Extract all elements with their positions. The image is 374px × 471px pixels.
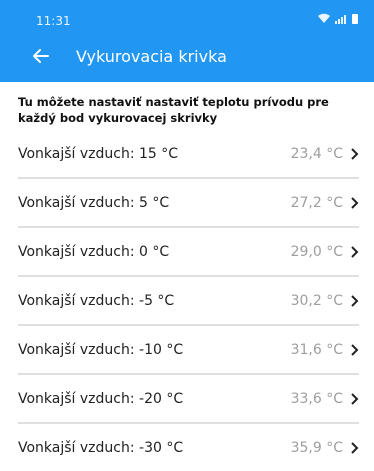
row-label: Vonkajší vzduch: 0 °C bbox=[18, 243, 170, 260]
row-label: Vonkajší vzduch: -10 °C bbox=[18, 341, 184, 358]
curve-point-row[interactable]: Vonkajší vzduch: 15 °C 23,4 °C bbox=[18, 130, 359, 177]
status-time: 11:31 bbox=[36, 14, 71, 28]
signal-icon bbox=[335, 15, 346, 24]
curve-point-row[interactable]: Vonkajší vzduch: -20 °C 33,6 °C bbox=[18, 373, 359, 422]
chevron-right-icon bbox=[351, 147, 359, 160]
status-icons bbox=[317, 12, 358, 24]
row-label: Vonkajší vzduch: 5 °C bbox=[18, 194, 170, 211]
wifi-icon bbox=[318, 13, 330, 23]
heating-curve-list: Vonkajší vzduch: 15 °C 23,4 °C Vonkajší … bbox=[18, 130, 359, 471]
row-value: 33,6 °C bbox=[290, 390, 343, 407]
chevron-right-icon bbox=[351, 245, 359, 258]
chevron-right-icon bbox=[351, 343, 359, 356]
curve-point-row[interactable]: Vonkajší vzduch: -30 °C 35,9 °C bbox=[18, 422, 359, 471]
row-value: 31,6 °C bbox=[290, 341, 343, 358]
chevron-right-icon bbox=[351, 441, 359, 454]
row-value: 30,2 °C bbox=[290, 292, 343, 309]
back-arrow-icon[interactable] bbox=[32, 47, 50, 65]
curve-point-row[interactable]: Vonkajší vzduch: 0 °C 29,0 °C bbox=[18, 226, 359, 275]
curve-point-row[interactable]: Vonkajší vzduch: 5 °C 27,2 °C bbox=[18, 177, 359, 226]
page-title: Vykurovacia krivka bbox=[76, 47, 227, 66]
row-value: 29,0 °C bbox=[290, 243, 343, 260]
curve-point-row[interactable]: Vonkajší vzduch: -10 °C 31,6 °C bbox=[18, 324, 359, 373]
chevron-right-icon bbox=[351, 392, 359, 405]
row-label: Vonkajší vzduch: -20 °C bbox=[18, 390, 184, 407]
app-bar: 11:31 Vykurovacia krivka bbox=[0, 0, 374, 82]
row-value: 27,2 °C bbox=[290, 194, 343, 211]
row-value: 23,4 °C bbox=[290, 145, 343, 162]
row-value: 35,9 °C bbox=[290, 439, 343, 456]
row-label: Vonkajší vzduch: 15 °C bbox=[18, 145, 179, 162]
chevron-right-icon bbox=[351, 196, 359, 209]
chevron-right-icon bbox=[351, 294, 359, 307]
description-text: Tu môžete nastaviť nastaviť teplotu prív… bbox=[18, 95, 329, 125]
curve-point-row[interactable]: Vonkajší vzduch: -5 °C 30,2 °C bbox=[18, 275, 359, 324]
row-label: Vonkajší vzduch: -30 °C bbox=[18, 439, 184, 456]
battery-icon bbox=[352, 14, 358, 24]
row-label: Vonkajší vzduch: -5 °C bbox=[18, 292, 175, 309]
